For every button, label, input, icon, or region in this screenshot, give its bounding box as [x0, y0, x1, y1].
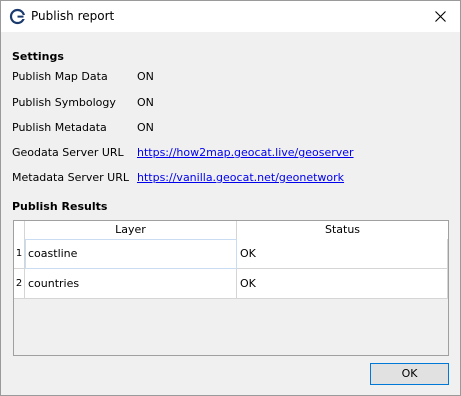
layer-cell[interactable]: countries — [25, 269, 237, 299]
status-cell[interactable]: OK — [237, 269, 448, 299]
close-icon — [434, 11, 446, 22]
close-button[interactable] — [420, 1, 460, 32]
column-header-layer[interactable]: Layer — [25, 221, 237, 239]
metadata-server-link[interactable]: https://vanilla.geocat.net/geonetwork — [137, 171, 344, 184]
table-row[interactable]: 2 countries OK — [14, 269, 448, 299]
window-title: Publish report — [31, 9, 115, 23]
setting-label-map-data: Publish Map Data — [12, 70, 108, 83]
setting-value-metadata: ON — [137, 121, 154, 134]
row-number[interactable]: 2 — [14, 269, 25, 299]
layer-cell[interactable]: coastline — [25, 239, 237, 269]
row-number-header — [14, 221, 25, 239]
setting-label-metadata: Publish Metadata — [12, 121, 107, 134]
table-row[interactable]: 1 coastline OK — [14, 239, 448, 269]
setting-value-symbology: ON — [137, 96, 154, 109]
setting-label-metadata-url: Metadata Server URL — [12, 171, 129, 184]
setting-label-geodata-url: Geodata Server URL — [12, 146, 124, 159]
status-cell[interactable]: OK — [237, 239, 448, 269]
setting-value-map-data: ON — [137, 70, 154, 83]
publish-results-table: Layer Status 1 coastline OK 2 countries … — [13, 220, 449, 356]
row-number[interactable]: 1 — [14, 239, 25, 269]
settings-heading: Settings — [12, 50, 64, 63]
ok-button[interactable]: OK — [370, 363, 449, 385]
publish-results-heading: Publish Results — [12, 200, 108, 213]
setting-label-symbology: Publish Symbology — [12, 96, 116, 109]
column-header-status[interactable]: Status — [237, 221, 448, 239]
table-header-row: Layer Status — [14, 221, 448, 240]
publish-report-dialog: Publish report Settings Publish Map Data… — [0, 0, 461, 396]
geocat-logo-icon — [9, 8, 26, 25]
geodata-server-link[interactable]: https://how2map.geocat.live/geoserver — [137, 146, 354, 159]
title-bar: Publish report — [1, 1, 460, 32]
